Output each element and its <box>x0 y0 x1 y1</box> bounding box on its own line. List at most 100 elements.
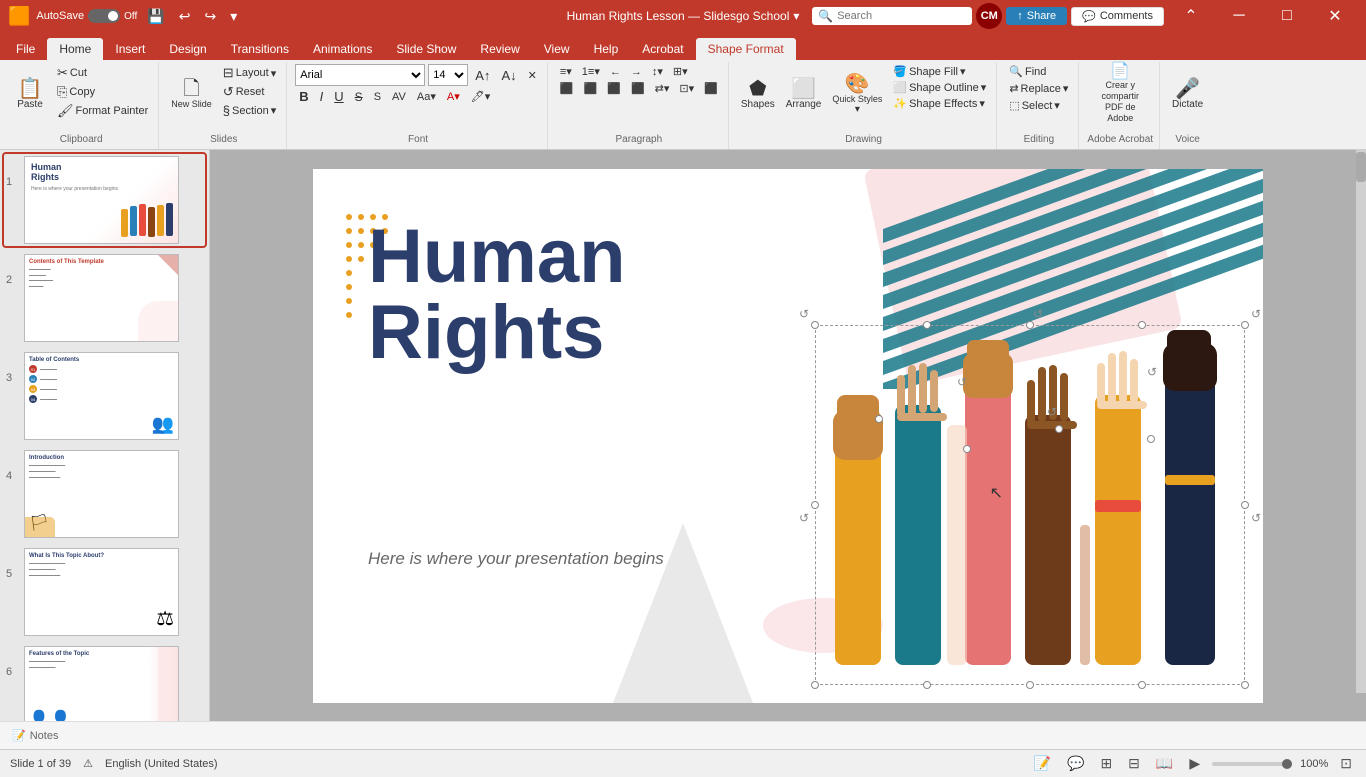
close-button[interactable]: ✕ <box>1312 0 1358 32</box>
slide-sorter-button[interactable]: ⊟ <box>1124 753 1144 774</box>
paste-button[interactable]: 📋 Paste <box>10 64 50 124</box>
handle-tl[interactable] <box>811 321 819 329</box>
increase-font-button[interactable]: A↑ <box>471 67 494 84</box>
tab-home[interactable]: Home <box>47 38 103 60</box>
line-spacing-button[interactable]: ↕▾ <box>648 64 667 79</box>
font-color-button[interactable]: A▾ <box>443 89 464 104</box>
copy-button[interactable]: ⎘ Copy <box>53 83 152 101</box>
inner-sh-3[interactable] <box>1055 425 1063 433</box>
character-spacing-button[interactable]: AV <box>388 90 410 104</box>
quick-access-button[interactable]: ▾ <box>226 6 241 27</box>
search-input[interactable] <box>837 10 966 22</box>
search-box[interactable]: 🔍 <box>812 7 972 25</box>
handle-bm[interactable] <box>1026 681 1034 689</box>
align-right-button[interactable]: ⬛ <box>603 81 625 96</box>
inner-handle-2[interactable]: ↺ <box>1045 405 1059 419</box>
slide-thumb-2[interactable]: 2 Contents of This Template ━━━━━━━━━━━━… <box>4 252 205 344</box>
shape-effects-button[interactable]: ✨ Shape Effects ▾ <box>889 96 990 111</box>
rotate-handle-tl[interactable]: ↺ <box>797 307 811 321</box>
tab-shape-format[interactable]: Shape Format <box>696 38 796 60</box>
autosave-switch[interactable] <box>88 9 120 23</box>
minimize-button[interactable]: ─ <box>1216 0 1262 32</box>
convert-smartart-button[interactable]: ⬛ <box>700 81 722 96</box>
tab-transitions[interactable]: Transitions <box>219 38 301 60</box>
title-dropdown-icon[interactable]: ▾ <box>793 9 799 23</box>
slide-thumb-3[interactable]: 3 Table of Contents 01 ━━━━━━━ 02 ━━━━━━… <box>4 350 205 442</box>
handle-ml[interactable] <box>811 501 819 509</box>
slide-thumb-1[interactable]: 1 HumanRights Here is where your present… <box>4 154 205 246</box>
new-slide-button[interactable]: 🗋 New Slide <box>167 64 216 124</box>
redo-button[interactable]: ↪ <box>200 6 220 27</box>
dictate-button[interactable]: 🎤 Dictate <box>1168 64 1207 124</box>
notes-bar[interactable]: 📝 Notes <box>0 721 1366 749</box>
align-center-button[interactable]: ⬛ <box>580 81 602 96</box>
handle-b2[interactable] <box>1138 681 1146 689</box>
shape-outline-button[interactable]: ⬜ Shape Outline ▾ <box>889 80 990 95</box>
tab-insert[interactable]: Insert <box>103 38 157 60</box>
tab-file[interactable]: File <box>4 38 47 60</box>
tab-slideshow[interactable]: Slide Show <box>384 38 468 60</box>
highlight-color-button[interactable]: 🖊▾ <box>467 89 495 104</box>
slide-thumb-4[interactable]: 4 Introduction ━━━━━━━━━━━━━━━━━━━━━━━━━… <box>4 448 205 540</box>
bullets-button[interactable]: ≡▾ <box>556 64 576 79</box>
clear-format-button[interactable]: ✕ <box>524 68 541 83</box>
tab-design[interactable]: Design <box>157 38 218 60</box>
slideshow-button[interactable]: ▶ <box>1185 753 1204 774</box>
decrease-font-button[interactable]: A↓ <box>497 67 520 84</box>
arrange-button[interactable]: ⬜ Arrange <box>782 64 826 124</box>
inner-handle-1[interactable]: ↺ <box>955 375 969 389</box>
inner-sh-2[interactable] <box>963 445 971 453</box>
handle-mr[interactable] <box>1241 501 1249 509</box>
underline-button[interactable]: U <box>330 88 347 105</box>
shapes-button[interactable]: ⬟ Shapes <box>737 64 779 124</box>
shadow-button[interactable]: S <box>370 90 385 104</box>
rotate-handle-mr[interactable]: ↺ <box>1249 511 1263 525</box>
layout-button[interactable]: ⊟ Layout ▾ <box>219 64 280 82</box>
strikethrough-button[interactable]: S <box>351 89 367 105</box>
numbering-button[interactable]: 1≡▾ <box>578 64 604 79</box>
ribbon-collapse-button[interactable]: ⌃ <box>1168 0 1214 32</box>
maximize-button[interactable]: □ <box>1264 0 1310 32</box>
rotate-handle-tr[interactable]: ↺ <box>1249 307 1263 321</box>
change-case-button[interactable]: Aa▾ <box>413 89 440 104</box>
handle-br[interactable] <box>1241 681 1249 689</box>
handle-b1[interactable] <box>923 681 931 689</box>
quick-styles-button[interactable]: 🎨 Quick Styles ▾ <box>828 64 886 124</box>
format-painter-button[interactable]: 🖌 Format Painter <box>53 102 152 120</box>
slide-title-block[interactable]: Human Rights <box>368 219 626 371</box>
tab-view[interactable]: View <box>532 38 582 60</box>
slide-thumb-5[interactable]: 5 What Is This Topic About? ━━━━━━━━━━━━… <box>4 546 205 638</box>
handle-t1[interactable] <box>923 321 931 329</box>
font-family-selector[interactable]: Arial <box>295 64 425 86</box>
select-button[interactable]: ⬚ Select ▾ <box>1005 98 1064 113</box>
inner-sh-1[interactable] <box>875 415 883 423</box>
bold-button[interactable]: B <box>295 88 312 105</box>
handle-tm[interactable] <box>1026 321 1034 329</box>
fit-slide-button[interactable]: ⊡ <box>1336 753 1356 774</box>
inner-sh-4[interactable] <box>1147 435 1155 443</box>
hands-illustration-container[interactable]: ↺ ↺ ↺ ↺ ↺ <box>815 325 1245 685</box>
reading-view-button[interactable]: 📖 <box>1152 753 1177 774</box>
italic-button[interactable]: I <box>316 88 328 105</box>
find-button[interactable]: 🔍 Find <box>1005 64 1050 79</box>
normal-view-button[interactable]: ⊞ <box>1096 753 1116 774</box>
justify-button[interactable]: ⬛ <box>627 81 649 96</box>
section-button[interactable]: § Section ▾ <box>219 102 280 119</box>
save-button[interactable]: 💾 <box>143 6 168 27</box>
comments-button[interactable]: 💬 Comments <box>1071 7 1164 26</box>
slide-panel[interactable]: 1 HumanRights Here is where your present… <box>0 150 210 721</box>
share-button[interactable]: ↑ Share <box>1006 7 1067 25</box>
crear-pdf-button[interactable]: 📄 Crear y compartir PDF de Adobe <box>1090 64 1150 124</box>
tab-acrobat[interactable]: Acrobat <box>630 38 695 60</box>
inner-handle-3[interactable]: ↺ <box>1145 365 1159 379</box>
shape-fill-button[interactable]: 🪣 Shape Fill ▾ <box>889 64 990 79</box>
reset-button[interactable]: ↺ Reset <box>219 83 280 101</box>
cut-button[interactable]: ✂ Cut <box>53 64 152 82</box>
indent-more-button[interactable]: → <box>627 64 646 79</box>
slide-subtitle[interactable]: Here is where your presentation begins <box>368 549 664 569</box>
notes-toggle-button[interactable]: 📝 <box>1030 753 1055 774</box>
rotate-handle-ml[interactable]: ↺ <box>797 511 811 525</box>
tab-animations[interactable]: Animations <box>301 38 384 60</box>
comments-panel-button[interactable]: 💬 <box>1063 753 1088 774</box>
rotate-handle-tc[interactable]: ↺ <box>1031 307 1045 321</box>
